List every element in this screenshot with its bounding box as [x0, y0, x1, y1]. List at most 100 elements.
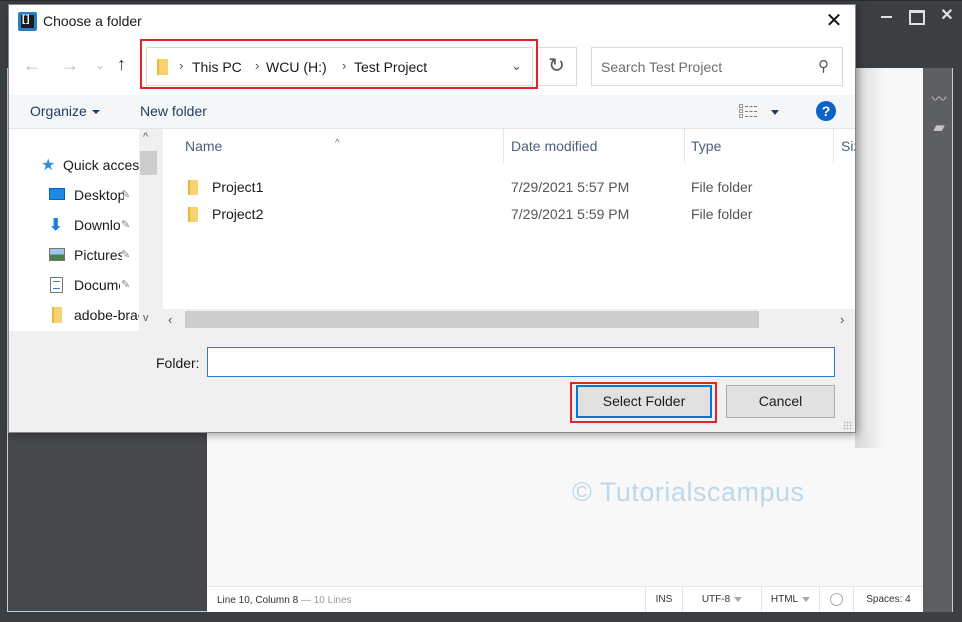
cursor-text: Line 10, Column 8 [217, 595, 299, 606]
statusbar: Line 10, Column 8 — 10 Lines INS UTF-8 H… [207, 586, 923, 613]
line-count: — 10 Lines [300, 595, 352, 606]
brackets-logo-icon [18, 12, 37, 31]
desktop-icon [49, 188, 65, 200]
scroll-thumb[interactable] [185, 311, 759, 328]
organize-button[interactable]: Organize [30, 103, 100, 119]
column-label: Type [691, 138, 722, 154]
nav-item-label: Pictures [74, 247, 122, 263]
dialog-shadow [855, 68, 885, 448]
up-arrow-icon[interactable]: ↑ [117, 54, 126, 75]
view-line [745, 111, 757, 112]
view-bullet [739, 114, 743, 118]
live-preview-icon[interactable]: 〰 [929, 88, 949, 108]
dialog-titlebar: Choose a folder ✕ [9, 5, 855, 37]
close-window-button[interactable]: ✕ [937, 7, 957, 25]
caret-down-icon [734, 596, 743, 602]
language-label: HTML [770, 594, 799, 605]
view-line [745, 106, 757, 107]
column-header-size[interactable]: Size [834, 129, 855, 163]
pin-icon: ✎ [121, 279, 131, 291]
download-icon: ⬇ [49, 217, 63, 234]
new-folder-button[interactable]: New folder [140, 103, 207, 119]
right-toolbar: 〰 ▰ [923, 68, 953, 612]
file-name: Project2 [212, 206, 264, 222]
language-select[interactable]: HTML [761, 587, 819, 613]
file-row[interactable]: Project1 7/29/2021 5:57 PM File folder [163, 175, 855, 201]
nav-item-label: Documents [74, 277, 120, 293]
caret-down-icon [802, 596, 811, 602]
nav-item-label: adobe-brackets [74, 307, 139, 323]
lint-circle-icon [830, 592, 843, 606]
nav-item-label: Desktop [74, 187, 124, 203]
search-placeholder: Search Test Project [601, 59, 723, 75]
file-date: 7/29/2021 5:57 PM [511, 179, 630, 195]
command-bar: Organize New folder ? [9, 95, 855, 129]
navigation-pane: ★ Quick access Desktop ✎ ⬇ Downloads ✎ P… [9, 129, 157, 331]
sort-ascending-icon: ^ [335, 138, 340, 149]
caret-down-icon [91, 110, 100, 115]
folder-label: Folder: [156, 355, 200, 371]
dialog-close-button[interactable]: ✕ [823, 10, 845, 32]
folder-name-input[interactable] [207, 347, 835, 377]
forward-arrow-icon[interactable]: → [61, 55, 79, 76]
cancel-button[interactable]: Cancel [726, 385, 835, 418]
scroll-down-icon[interactable]: v [143, 312, 149, 324]
encoding-select[interactable]: UTF-8 [682, 587, 761, 613]
view-bullet [739, 104, 743, 108]
cursor-position: Line 10, Column 8 — 10 Lines [217, 595, 352, 606]
encoding-label: UTF-8 [701, 594, 731, 605]
pin-icon: ✎ [121, 219, 131, 231]
column-label: Size [841, 138, 855, 154]
folder-icon [188, 180, 198, 195]
choose-folder-dialog: Choose a folder ✕ ← → ⌄ ↑ › This PC › WC… [8, 4, 856, 433]
scroll-up-icon[interactable]: ^ [143, 131, 148, 143]
select-folder-button[interactable]: Select Folder [576, 385, 712, 418]
maximize-button[interactable] [905, 7, 925, 25]
folder-icon [188, 207, 198, 222]
file-type: File folder [691, 179, 753, 195]
dialog-title: Choose a folder [43, 13, 142, 29]
extension-manager-icon[interactable]: ▰ [929, 118, 949, 136]
column-header-name[interactable]: ^ Name [163, 129, 503, 163]
view-options-icon[interactable] [739, 104, 757, 118]
search-icon[interactable]: ⚲ [818, 57, 829, 75]
file-row[interactable]: Project2 7/29/2021 5:59 PM File folder [163, 202, 855, 228]
column-header-type[interactable]: Type [685, 129, 833, 163]
nav-item-label: Downloads [74, 217, 120, 233]
view-line [745, 116, 757, 117]
file-list: ^ Name Date modified Type Size Project1 … [163, 129, 855, 331]
scroll-thumb[interactable] [140, 151, 157, 175]
linter-status[interactable] [819, 587, 853, 613]
help-icon[interactable]: ? [816, 101, 836, 121]
organize-label: Organize [30, 103, 87, 119]
pin-icon: ✎ [121, 249, 131, 261]
view-dropdown-icon[interactable] [771, 110, 779, 115]
pin-icon: ✎ [121, 189, 131, 201]
file-name: Project1 [212, 179, 264, 195]
minimize-button[interactable] [877, 7, 897, 25]
nav-item-label: Quick access [63, 157, 147, 173]
search-input[interactable]: Search Test Project ⚲ [591, 47, 843, 86]
folder-icon [52, 307, 62, 323]
file-type: File folder [691, 206, 753, 222]
star-icon: ★ [41, 157, 56, 174]
view-bullet [739, 109, 743, 113]
scroll-right-icon[interactable]: › [840, 312, 844, 327]
watermark: © Tutorialscampus [572, 477, 805, 507]
nav-pane-scrollbar[interactable]: ^ v [139, 129, 157, 331]
scroll-left-icon[interactable]: ‹ [168, 312, 172, 327]
indent-setting[interactable]: Spaces: 4 [853, 587, 923, 613]
insert-mode-toggle[interactable]: INS [645, 587, 682, 613]
pictures-icon [49, 248, 65, 261]
column-label: Name [185, 138, 223, 154]
column-header-date[interactable]: Date modified [504, 129, 684, 163]
back-arrow-icon[interactable]: ← [23, 55, 41, 76]
column-label: Date modified [511, 138, 598, 154]
refresh-icon[interactable]: ↻ [537, 47, 577, 86]
address-bar-highlight [140, 39, 538, 89]
resize-grip[interactable] [843, 421, 853, 431]
recent-locations-icon[interactable]: ⌄ [95, 58, 105, 72]
file-date: 7/29/2021 5:59 PM [511, 206, 630, 222]
documents-icon [50, 277, 63, 293]
file-list-hscrollbar[interactable]: ‹ › [163, 309, 855, 331]
